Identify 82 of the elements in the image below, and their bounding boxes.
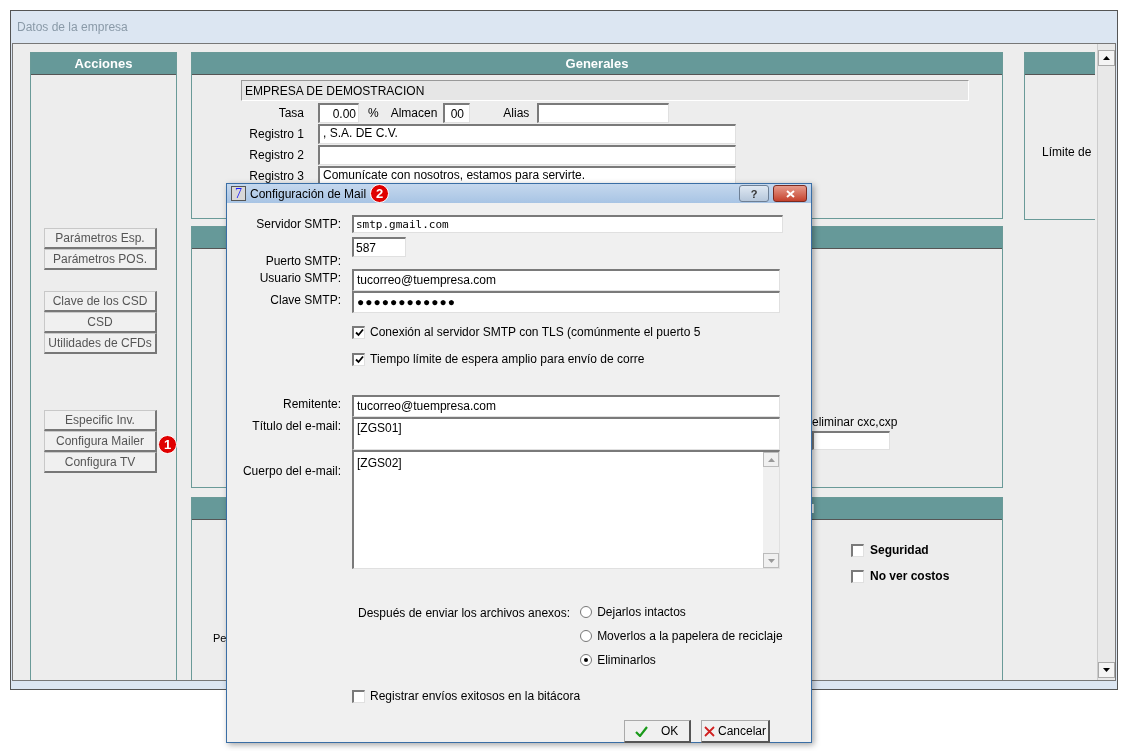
action-button[interactable]: Especific Inv. [44, 410, 157, 431]
input-field[interactable]: ●●●●●●●●●●●● [352, 291, 780, 313]
close-icon [704, 725, 715, 737]
checkmark-icon [354, 355, 364, 364]
field-label: eliminar cxc,cxp [812, 414, 899, 432]
input-field[interactable]: tucorreo@tuempresa.com [352, 269, 780, 291]
up-arrow-icon [767, 457, 775, 462]
field-label: Usuario SMTP: [258, 270, 341, 287]
action-button[interactable]: Utilidades de CFDs [44, 333, 157, 354]
checkbox-label: No ver costos [870, 568, 950, 586]
help-button[interactable]: ? [739, 185, 769, 202]
field-label: Pe [213, 631, 225, 647]
input-field[interactable] [812, 431, 890, 451]
scroll-up-button[interactable] [1098, 50, 1115, 66]
checkmark-icon [354, 328, 364, 337]
input-field[interactable]: 587 [352, 237, 406, 257]
action-button[interactable]: Clave de los CSD [44, 291, 157, 312]
action-button[interactable]: Parámetros POS. [44, 249, 157, 270]
field-label: Registro 2 [248, 148, 304, 162]
input-field[interactable]: [ZGS01] [352, 417, 780, 450]
group-label: Después de enviar los archivos anexos: [358, 605, 571, 622]
dialog-button[interactable]: Cancelar [701, 720, 770, 743]
checkbox[interactable] [851, 569, 864, 583]
field-label: Registro 1 [248, 127, 304, 141]
input-field[interactable]: , S.A. DE C.V. [318, 124, 736, 144]
input-field[interactable]: 0.00 [318, 102, 359, 123]
down-arrow-icon [767, 558, 775, 563]
field-label: Remitente: [281, 396, 341, 413]
checkmark-icon [635, 725, 648, 737]
panel-header: Acciones [31, 53, 176, 75]
field-label: Registro 3 [248, 169, 304, 183]
field-label: Título del e-mail: [251, 418, 341, 435]
action-button[interactable]: Configura Mailer [44, 431, 157, 452]
checkbox[interactable] [352, 352, 365, 366]
company-name-field[interactable]: EMPRESA DE DEMOSTRACION [241, 80, 969, 101]
field-label: Almacen [390, 104, 438, 122]
input-field[interactable]: smtp.gmail.com [352, 215, 783, 233]
input-field[interactable]: tucorreo@tuempresa.com [352, 395, 780, 417]
scrollbar[interactable] [1097, 44, 1115, 680]
radio-label: Eliminarlos [597, 652, 656, 669]
panel-header: Generales [192, 53, 1002, 75]
down-arrow-icon [1103, 668, 1110, 672]
radio-button[interactable] [580, 606, 593, 618]
checkbox[interactable] [352, 325, 365, 339]
action-button[interactable]: Configura TV [44, 452, 157, 473]
dialog-button[interactable]: OK [624, 720, 691, 743]
close-button[interactable] [773, 185, 807, 202]
up-arrow-icon [1103, 56, 1110, 60]
text-area-content: [ZGS02] [356, 455, 403, 472]
radio-button[interactable] [580, 630, 593, 642]
field-label: Servidor SMTP: [255, 216, 341, 233]
scroll-down-button[interactable] [1098, 662, 1115, 678]
checkbox-label: Seguridad [870, 542, 929, 560]
checkbox[interactable] [851, 543, 864, 557]
field-label: Cuerpo del e-mail: [241, 463, 341, 480]
close-icon [785, 189, 795, 198]
checkbox[interactable] [352, 689, 365, 703]
text-area[interactable]: [ZGS02] [352, 450, 780, 569]
number-badge: 2 [370, 184, 390, 203]
app-icon: 7 [231, 186, 246, 201]
checkbox-label: Tiempo límite de espera amplio para envío de corre [370, 351, 645, 368]
action-button[interactable]: Parámetros Esp. [44, 228, 157, 249]
unit-label: % [368, 104, 379, 122]
radio-label: Dejarlos intactos [597, 604, 686, 621]
checkbox-label: Registrar envíos exitosos en la bitácora [370, 688, 581, 705]
field-label: Puerto SMTP: [264, 253, 341, 270]
scrollbar[interactable] [763, 452, 779, 568]
field-label: Límite de [1041, 144, 1093, 161]
action-button[interactable]: CSD [44, 312, 157, 333]
checkbox-label: Conexión al servidor SMTP con TLS (comúnmente el puerto 5 [370, 324, 701, 341]
input-field[interactable] [318, 145, 736, 165]
number-badge: 1 [158, 435, 177, 455]
field-label: Alias [503, 104, 530, 122]
field-label: Clave SMTP: [269, 292, 341, 309]
input-field[interactable]: 00 [443, 102, 471, 123]
dialog-title: Configuración de Mail [250, 185, 367, 203]
radio-button[interactable] [580, 654, 593, 666]
field-label: Tasa [277, 104, 304, 122]
input-field[interactable]: Comunícate con nosotros, estamos para servirte. [318, 166, 736, 186]
input-field[interactable] [537, 102, 670, 123]
window-title: Datos de la empresa [16, 19, 129, 36]
radio-label: Moverlos a la papelera de reciclaje [597, 628, 783, 645]
